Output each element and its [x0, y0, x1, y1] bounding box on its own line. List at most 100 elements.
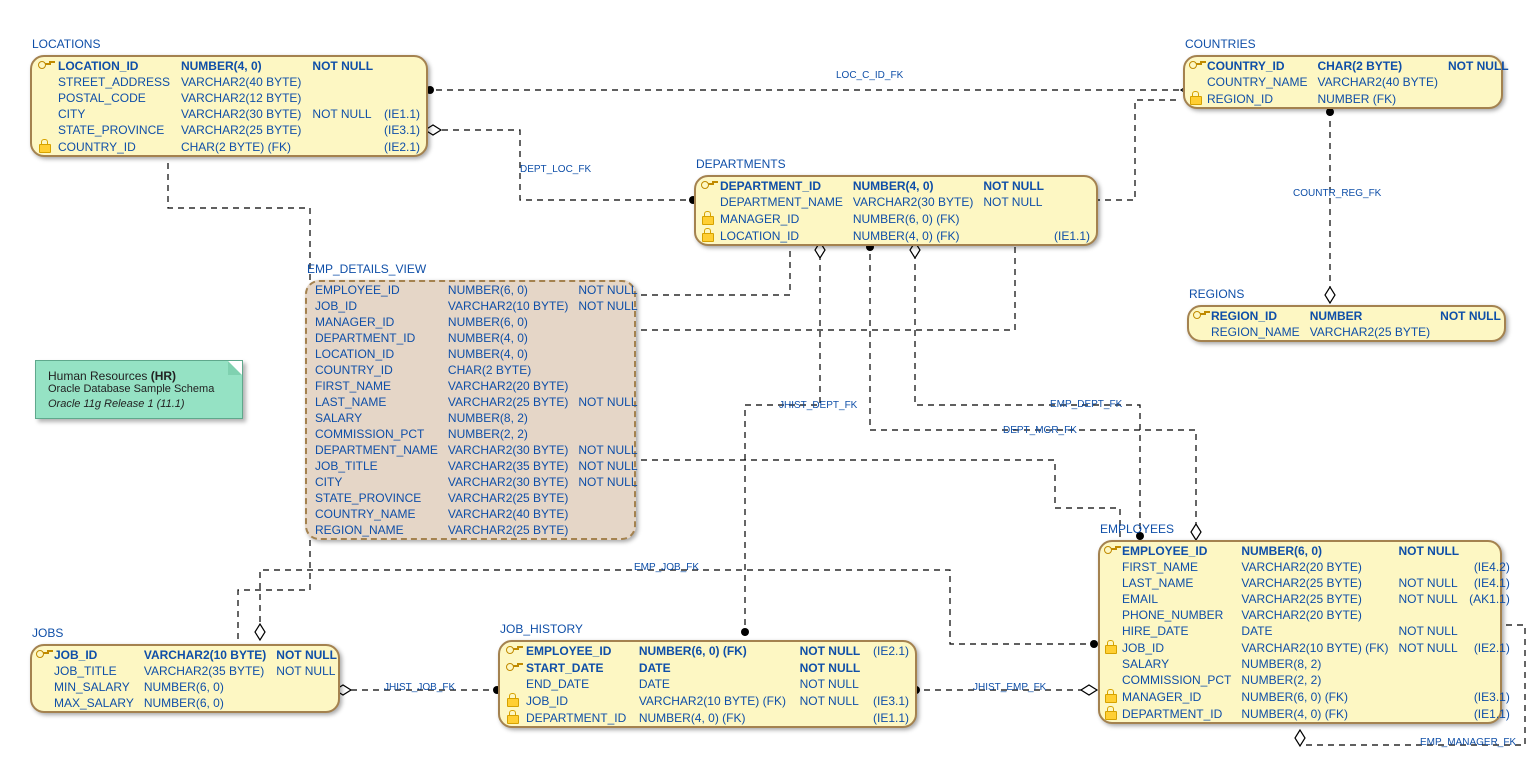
column-row[interactable]: FIRST_NAMEVARCHAR2(20 BYTE): [307, 378, 654, 394]
entity-locations[interactable]: LOCATIONS LOCATION_IDNUMBER(4, 0)NOT NUL…: [30, 55, 428, 157]
entity-regions[interactable]: REGIONS REGION_IDNUMBERNOT NULLREGION_NA…: [1187, 305, 1506, 342]
column-row[interactable]: LOCATION_IDNUMBER(4, 0) (FK)(IE1.1): [696, 227, 1096, 244]
column-row[interactable]: MANAGER_IDNUMBER(6, 0) (FK)(IE3.1): [1100, 688, 1516, 705]
column-type: NUMBER (FK): [1313, 90, 1443, 107]
column-row[interactable]: COUNTRY_IDCHAR(2 BYTE)NOT NULL: [1185, 57, 1525, 74]
column-row[interactable]: STATE_PROVINCEVARCHAR2(25 BYTE)(IE3.1): [32, 122, 426, 138]
column-index: (IE3.1): [1465, 688, 1516, 705]
column-nullable: [272, 695, 343, 711]
column-row[interactable]: DEPARTMENT_IDNUMBER(4, 0) (FK)(IE1.1): [500, 709, 915, 726]
column-row[interactable]: SALARYNUMBER(8, 2): [307, 410, 654, 426]
column-row[interactable]: CITYVARCHAR2(30 BYTE)NOT NULL(IE1.1): [32, 106, 426, 122]
column-row[interactable]: DEPARTMENT_NAMEVARCHAR2(30 BYTE)NOT NULL: [696, 194, 1096, 210]
column-row[interactable]: CITYVARCHAR2(30 BYTE)NOT NULL: [307, 474, 654, 490]
column-nullable: NOT NULL: [979, 177, 1050, 194]
column-row[interactable]: JOB_TITLEVARCHAR2(35 BYTE)NOT NULL: [307, 458, 654, 474]
column-nullable: NOT NULL: [1394, 591, 1465, 607]
column-row[interactable]: LAST_NAMEVARCHAR2(25 BYTE)NOT NULL(IE4.1…: [1100, 575, 1516, 591]
column-row[interactable]: LAST_NAMEVARCHAR2(25 BYTE)NOT NULL: [307, 394, 654, 410]
column-row[interactable]: FIRST_NAMEVARCHAR2(20 BYTE)(IE4.2): [1100, 559, 1516, 575]
column-row[interactable]: JOB_TITLEVARCHAR2(35 BYTE)NOT NULL: [32, 663, 353, 679]
column-row[interactable]: DEPARTMENT_NAMEVARCHAR2(30 BYTE)NOT NULL: [307, 442, 654, 458]
column-row[interactable]: PHONE_NUMBERVARCHAR2(20 BYTE): [1100, 607, 1516, 623]
column-name: STATE_PROVINCE: [311, 490, 444, 506]
column-type: VARCHAR2(40 BYTE): [444, 506, 574, 522]
column-row[interactable]: COMMISSION_PCTNUMBER(2, 2): [307, 426, 654, 442]
column-row[interactable]: LOCATION_IDNUMBER(4, 0)NOT NULL: [32, 57, 426, 74]
primary-key-icon: [1104, 543, 1118, 555]
entity-columns: REGION_IDNUMBERNOT NULLREGION_NAMEVARCHA…: [1189, 307, 1517, 340]
column-name: EMPLOYEE_ID: [522, 642, 635, 659]
column-row[interactable]: REGION_IDNUMBERNOT NULL: [1189, 307, 1517, 324]
fk-label-emp-job: EMP_JOB_FK: [634, 562, 699, 573]
column-row[interactable]: JOB_IDVARCHAR2(10 BYTE)NOT NULL: [307, 298, 654, 314]
column-row[interactable]: EMPLOYEE_IDNUMBER(6, 0) (FK)NOT NULL(IE2…: [500, 642, 915, 659]
column-row[interactable]: DEPARTMENT_IDNUMBER(4, 0)NOT NULL: [696, 177, 1096, 194]
column-row[interactable]: HIRE_DATEDATENOT NULL: [1100, 623, 1516, 639]
column-row[interactable]: START_DATEDATENOT NULL: [500, 659, 915, 676]
column-index: [343, 663, 353, 679]
column-row[interactable]: COUNTRY_IDCHAR(2 BYTE) (FK)(IE2.1): [32, 138, 426, 155]
column-type: NUMBER(4, 0): [849, 177, 979, 194]
column-row[interactable]: MANAGER_IDNUMBER(6, 0) (FK): [696, 210, 1096, 227]
column-index: [644, 506, 654, 522]
entity-emp-details-view[interactable]: EMP_DETAILS_VIEW EMPLOYEE_IDNUMBER(6, 0)…: [305, 280, 636, 540]
column-row[interactable]: SALARYNUMBER(8, 2): [1100, 656, 1516, 672]
column-nullable: [574, 362, 643, 378]
column-nullable: NOT NULL: [574, 394, 643, 410]
column-row[interactable]: EMPLOYEE_IDNUMBER(6, 0)NOT NULL: [1100, 542, 1516, 559]
foreign-key-icon: [506, 693, 520, 705]
column-index: [1465, 542, 1516, 559]
column-row[interactable]: JOB_IDVARCHAR2(10 BYTE) (FK)NOT NULL(IE3…: [500, 692, 915, 709]
column-type: DATE: [1237, 623, 1394, 639]
column-row[interactable]: DEPARTMENT_IDNUMBER(4, 0) (FK)(IE1.1): [1100, 705, 1516, 722]
column-index: [644, 362, 654, 378]
column-index: [644, 522, 654, 538]
column-name: END_DATE: [522, 676, 635, 692]
fk-label-emp-dept: EMP_DEPT_FK: [1050, 399, 1122, 410]
column-row[interactable]: STATE_PROVINCEVARCHAR2(25 BYTE): [307, 490, 654, 506]
column-type: NUMBER(4, 0): [444, 346, 574, 362]
column-row[interactable]: MAX_SALARYNUMBER(6, 0): [32, 695, 353, 711]
column-row[interactable]: DEPARTMENT_IDNUMBER(4, 0): [307, 330, 654, 346]
entity-columns: COUNTRY_IDCHAR(2 BYTE)NOT NULLCOUNTRY_NA…: [1185, 57, 1525, 107]
column-row[interactable]: EMAILVARCHAR2(25 BYTE)NOT NULL(AK1.1): [1100, 591, 1516, 607]
column-row[interactable]: COMMISSION_PCTNUMBER(2, 2): [1100, 672, 1516, 688]
column-row[interactable]: COUNTRY_NAMEVARCHAR2(40 BYTE): [1185, 74, 1525, 90]
column-row[interactable]: COUNTRY_NAMEVARCHAR2(40 BYTE): [307, 506, 654, 522]
column-row[interactable]: MIN_SALARYNUMBER(6, 0): [32, 679, 353, 695]
entity-job-history[interactable]: JOB_HISTORY EMPLOYEE_IDNUMBER(6, 0) (FK)…: [498, 640, 917, 728]
column-name: DEPARTMENT_ID: [716, 177, 849, 194]
primary-key-icon: [701, 178, 715, 190]
column-name: FIRST_NAME: [1118, 559, 1237, 575]
column-index: (IE3.1): [380, 122, 426, 138]
column-row[interactable]: END_DATEDATENOT NULL: [500, 676, 915, 692]
column-index: [1465, 623, 1516, 639]
column-name: LOCATION_ID: [311, 346, 444, 362]
column-nullable: [574, 522, 643, 538]
column-row[interactable]: MANAGER_IDNUMBER(6, 0): [307, 314, 654, 330]
column-row[interactable]: EMPLOYEE_IDNUMBER(6, 0)NOT NULL: [307, 282, 654, 298]
note-line2: Oracle Database Sample Schema: [48, 383, 230, 395]
column-row[interactable]: STREET_ADDRESSVARCHAR2(40 BYTE): [32, 74, 426, 90]
column-row[interactable]: JOB_IDVARCHAR2(10 BYTE) (FK)NOT NULL(IE2…: [1100, 639, 1516, 656]
column-row[interactable]: JOB_IDVARCHAR2(10 BYTE)NOT NULL: [32, 646, 353, 663]
column-nullable: NOT NULL: [308, 106, 379, 122]
column-row[interactable]: COUNTRY_IDCHAR(2 BYTE): [307, 362, 654, 378]
entity-departments[interactable]: DEPARTMENTS DEPARTMENT_IDNUMBER(4, 0)NOT…: [694, 175, 1098, 246]
column-index: [644, 330, 654, 346]
column-index: (AK1.1): [1465, 591, 1516, 607]
entity-countries[interactable]: COUNTRIES COUNTRY_IDCHAR(2 BYTE)NOT NULL…: [1183, 55, 1503, 109]
entity-employees[interactable]: EMPLOYEES EMPLOYEE_IDNUMBER(6, 0)NOT NUL…: [1098, 540, 1502, 724]
column-index: [343, 646, 353, 663]
column-row[interactable]: REGION_NAMEVARCHAR2(25 BYTE): [1189, 324, 1517, 340]
column-nullable: [574, 410, 643, 426]
entity-jobs[interactable]: JOBS JOB_IDVARCHAR2(10 BYTE)NOT NULLJOB_…: [30, 644, 340, 713]
column-row[interactable]: REGION_NAMEVARCHAR2(25 BYTE): [307, 522, 654, 538]
column-name: MAX_SALARY: [50, 695, 140, 711]
column-row[interactable]: LOCATION_IDNUMBER(4, 0): [307, 346, 654, 362]
column-index: [644, 314, 654, 330]
entity-title: REGIONS: [1189, 287, 1244, 301]
column-row[interactable]: REGION_IDNUMBER (FK): [1185, 90, 1525, 107]
column-row[interactable]: POSTAL_CODEVARCHAR2(12 BYTE): [32, 90, 426, 106]
